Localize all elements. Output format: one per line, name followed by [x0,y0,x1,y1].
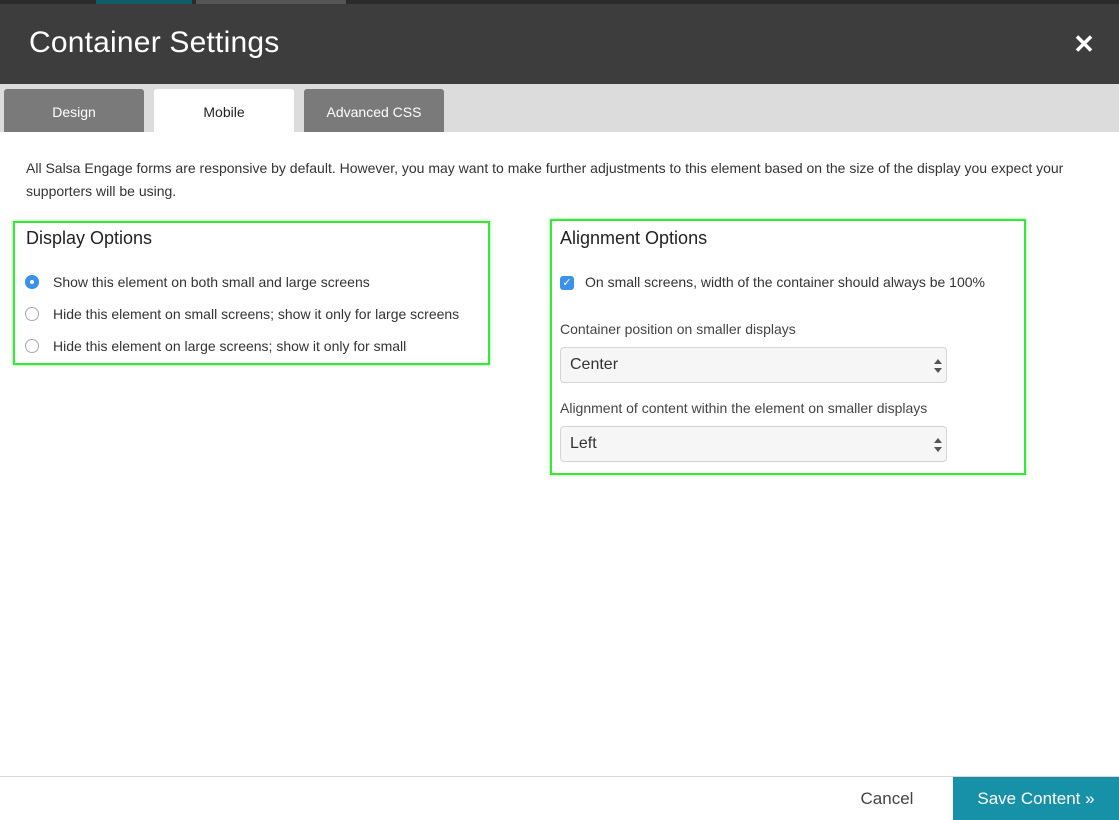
radio-label: Hide this element on small screens; show… [53,306,460,322]
tab-advanced-css[interactable]: Advanced CSS [304,89,444,132]
intro-text: All Salsa Engage forms are responsive by… [26,160,1064,199]
alignment-options-title: Alignment Options [560,228,708,248]
close-icon[interactable]: ✕ [1068,28,1100,60]
select-value: Center [570,356,619,373]
radio-button[interactable] [25,307,39,321]
radio-button[interactable] [25,275,39,289]
select-arrows-icon [934,438,942,452]
tab-design[interactable]: Design [4,89,144,132]
tab-mobile[interactable]: Mobile [154,89,294,132]
radio-label: Hide this element on large screens; show… [53,338,407,354]
checkbox[interactable]: ✓ [560,276,574,290]
cancel-button[interactable]: Cancel [842,777,932,820]
radio-label: Show this element on both small and larg… [53,274,370,290]
container-position-select[interactable]: Center [560,347,947,383]
radio-button[interactable] [25,339,39,353]
content-alignment-label: Alignment of content within the element … [560,400,928,416]
display-options-title: Display Options [26,228,153,248]
save-content-button[interactable]: Save Content » [953,777,1119,820]
dialog-title: Container Settings [29,26,280,59]
content-alignment-select[interactable]: Left [560,426,947,462]
dialog-footer: Cancel Save Content » [0,776,1119,820]
tab-bar: Design Mobile Advanced CSS [0,84,1119,132]
checkbox-label: On small screens, width of the container… [585,274,985,290]
container-position-label: Container position on smaller displays [560,321,796,337]
select-arrows-icon [934,359,942,373]
dialog-header: Container Settings ✕ [0,4,1119,84]
select-value: Left [570,435,597,452]
